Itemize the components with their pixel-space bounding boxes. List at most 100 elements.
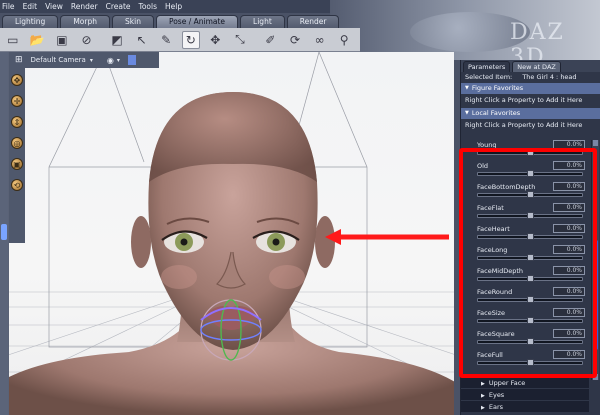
select-icon[interactable]: ↖ xyxy=(133,31,151,49)
figure-favorites-title: Figure Favorites xyxy=(471,84,524,92)
slider-value-field[interactable]: 0.0% xyxy=(553,203,585,212)
camera-icon[interactable]: ⊞ xyxy=(15,55,23,65)
slider-knob[interactable] xyxy=(527,191,534,198)
slider-knob[interactable] xyxy=(527,317,534,324)
viewport-layout-icon[interactable] xyxy=(127,55,136,65)
figure-favorites-header[interactable]: ▼ Figure Favorites xyxy=(461,83,600,94)
active-pose-icon[interactable]: ✐ xyxy=(262,31,280,49)
scale-icon[interactable]: ⤡ xyxy=(231,31,249,49)
menu-render[interactable]: Render xyxy=(71,2,98,11)
slider-row-faceround: FaceRound 0.0% xyxy=(461,287,589,308)
subgroup-ears[interactable]: ▶ Ears xyxy=(461,401,589,413)
room-tabs: Lighting Morph Skin Pose / Animate Light Rend… xyxy=(0,13,341,28)
slider-value-field[interactable]: 0.0% xyxy=(553,287,585,296)
twist-icon[interactable]: ⟳ xyxy=(286,31,304,49)
slider-knob[interactable] xyxy=(527,359,534,366)
menu-view[interactable]: View xyxy=(45,2,63,11)
menu-edit[interactable]: Edit xyxy=(23,2,38,11)
slider-value-field[interactable]: 0.0% xyxy=(553,245,585,254)
chain-icon[interactable]: ∞ xyxy=(311,31,329,49)
node-icon[interactable]: ⚲ xyxy=(335,31,353,49)
tab-pose-animate[interactable]: Pose / Animate xyxy=(155,15,239,28)
camera-select[interactable]: Default Camera xyxy=(31,56,86,64)
morph-slider-list: Young 0.0% Old 0.0% FaceBottomDepth 0.0% FaceF… xyxy=(461,140,589,380)
view-options-icon[interactable]: ◉ xyxy=(107,56,114,65)
scroll-down-icon[interactable] xyxy=(593,374,598,380)
new-file-icon[interactable]: ▭ xyxy=(4,31,22,49)
scrollbar-thumb[interactable] xyxy=(593,240,598,350)
menu-tools[interactable]: Tools xyxy=(139,2,157,11)
banner-logo-text: DAZ 3D xyxy=(510,20,565,60)
slider-knob[interactable] xyxy=(527,149,534,156)
slider-knob[interactable] xyxy=(527,338,534,345)
expand-triangle-icon: ▶ xyxy=(481,405,485,411)
slider-label: FaceFull xyxy=(477,351,503,359)
selected-item-value: The Girl 4 : head xyxy=(522,73,577,81)
open-file-icon[interactable]: 📂 xyxy=(29,31,47,49)
viewport-nav-tools: ✥ ✛ ⇕ ◎ ▣ ⟲ xyxy=(9,68,25,243)
dolly-icon[interactable]: ⇕ xyxy=(11,116,23,128)
panel-tabs: Parameters New at DAZ xyxy=(461,60,600,72)
frame-icon[interactable]: ▣ xyxy=(11,158,23,170)
scene-render[interactable] xyxy=(9,52,454,415)
slider-knob[interactable] xyxy=(527,233,534,240)
menu-help[interactable]: Help xyxy=(165,2,182,11)
roll-icon[interactable]: ⟲ xyxy=(11,179,23,191)
menu-create[interactable]: Create xyxy=(106,2,131,11)
scene-icon[interactable]: ◩ xyxy=(108,31,126,49)
slider-value-field[interactable]: 0.0% xyxy=(553,350,585,359)
tab-lighting[interactable]: Lighting xyxy=(2,15,59,28)
selected-item-label: Selected Item: xyxy=(465,73,513,81)
subgroup-label: Upper Face xyxy=(488,379,526,387)
translate-icon[interactable]: ✥ xyxy=(207,31,225,49)
slider-value-field[interactable]: 0.0% xyxy=(553,182,585,191)
slider-label: FaceSize xyxy=(477,309,506,317)
subgroup-label: Ears xyxy=(488,403,504,411)
slider-row-faceheart: FaceHeart 0.0% xyxy=(461,224,589,245)
slider-knob[interactable] xyxy=(527,275,534,282)
slider-label: FaceRound xyxy=(477,288,513,296)
subgroup-eyes[interactable]: ▶ Eyes xyxy=(461,389,589,401)
left-dock-strip xyxy=(0,52,8,415)
expand-arrow-icon[interactable] xyxy=(1,224,7,240)
tab-morph[interactable]: Morph xyxy=(60,15,110,28)
tab-render[interactable]: Render xyxy=(286,15,340,28)
zoom-icon[interactable]: ◎ xyxy=(11,137,23,149)
slider-knob[interactable] xyxy=(527,254,534,261)
undo-icon[interactable]: ⊘ xyxy=(78,31,96,49)
slider-value-field[interactable]: 0.0% xyxy=(553,224,585,233)
local-favorites-header[interactable]: ▼ Local Favorites xyxy=(461,108,600,119)
slider-value-field[interactable]: 0.0% xyxy=(553,266,585,275)
chevron-down-icon[interactable]: ▾ xyxy=(90,57,93,64)
tab-light[interactable]: Light xyxy=(240,15,285,28)
slider-label: FaceLong xyxy=(477,246,508,254)
pan-icon[interactable]: ✛ xyxy=(11,95,23,107)
slider-row-facemiddepth: FaceMidDepth 0.0% xyxy=(461,266,589,287)
slider-knob[interactable] xyxy=(527,170,534,177)
right-ear xyxy=(315,216,335,268)
panel-scrollbar[interactable] xyxy=(591,140,599,380)
right-cheek xyxy=(269,265,305,289)
tab-new-at-daz[interactable]: New at DAZ xyxy=(512,61,561,72)
slider-value-field[interactable]: 0.0% xyxy=(553,140,585,149)
slider-knob[interactable] xyxy=(527,296,534,303)
universal-tool-icon[interactable]: ✎ xyxy=(157,31,175,49)
viewport[interactable]: ⊞ Default Camera ▾ ◉ ▾ ✥ ✛ ⇕ ◎ ▣ ⟲ xyxy=(8,52,454,415)
slider-knob[interactable] xyxy=(527,212,534,219)
tab-skin[interactable]: Skin xyxy=(112,15,154,28)
tab-parameters[interactable]: Parameters xyxy=(463,61,511,72)
chevron-down-icon[interactable]: ▾ xyxy=(117,57,120,64)
slider-value-field[interactable]: 0.0% xyxy=(553,161,585,170)
slider-row-facebottomdepth: FaceBottomDepth 0.0% xyxy=(461,182,589,203)
slider-label: FaceBottomDepth xyxy=(477,183,536,191)
orbit-icon[interactable]: ✥ xyxy=(11,74,23,86)
subgroup-upper-face[interactable]: ▶ Upper Face xyxy=(461,377,589,389)
menu-file[interactable]: File xyxy=(2,2,15,11)
slider-row-facefull: FaceFull 0.0% xyxy=(461,350,589,371)
save-icon[interactable]: ▣ xyxy=(53,31,71,49)
scroll-up-icon[interactable] xyxy=(593,140,598,146)
slider-value-field[interactable]: 0.0% xyxy=(553,329,585,338)
slider-value-field[interactable]: 0.0% xyxy=(553,308,585,317)
rotate-icon[interactable]: ↻ xyxy=(181,30,200,49)
expand-triangle-icon: ▶ xyxy=(481,393,485,399)
